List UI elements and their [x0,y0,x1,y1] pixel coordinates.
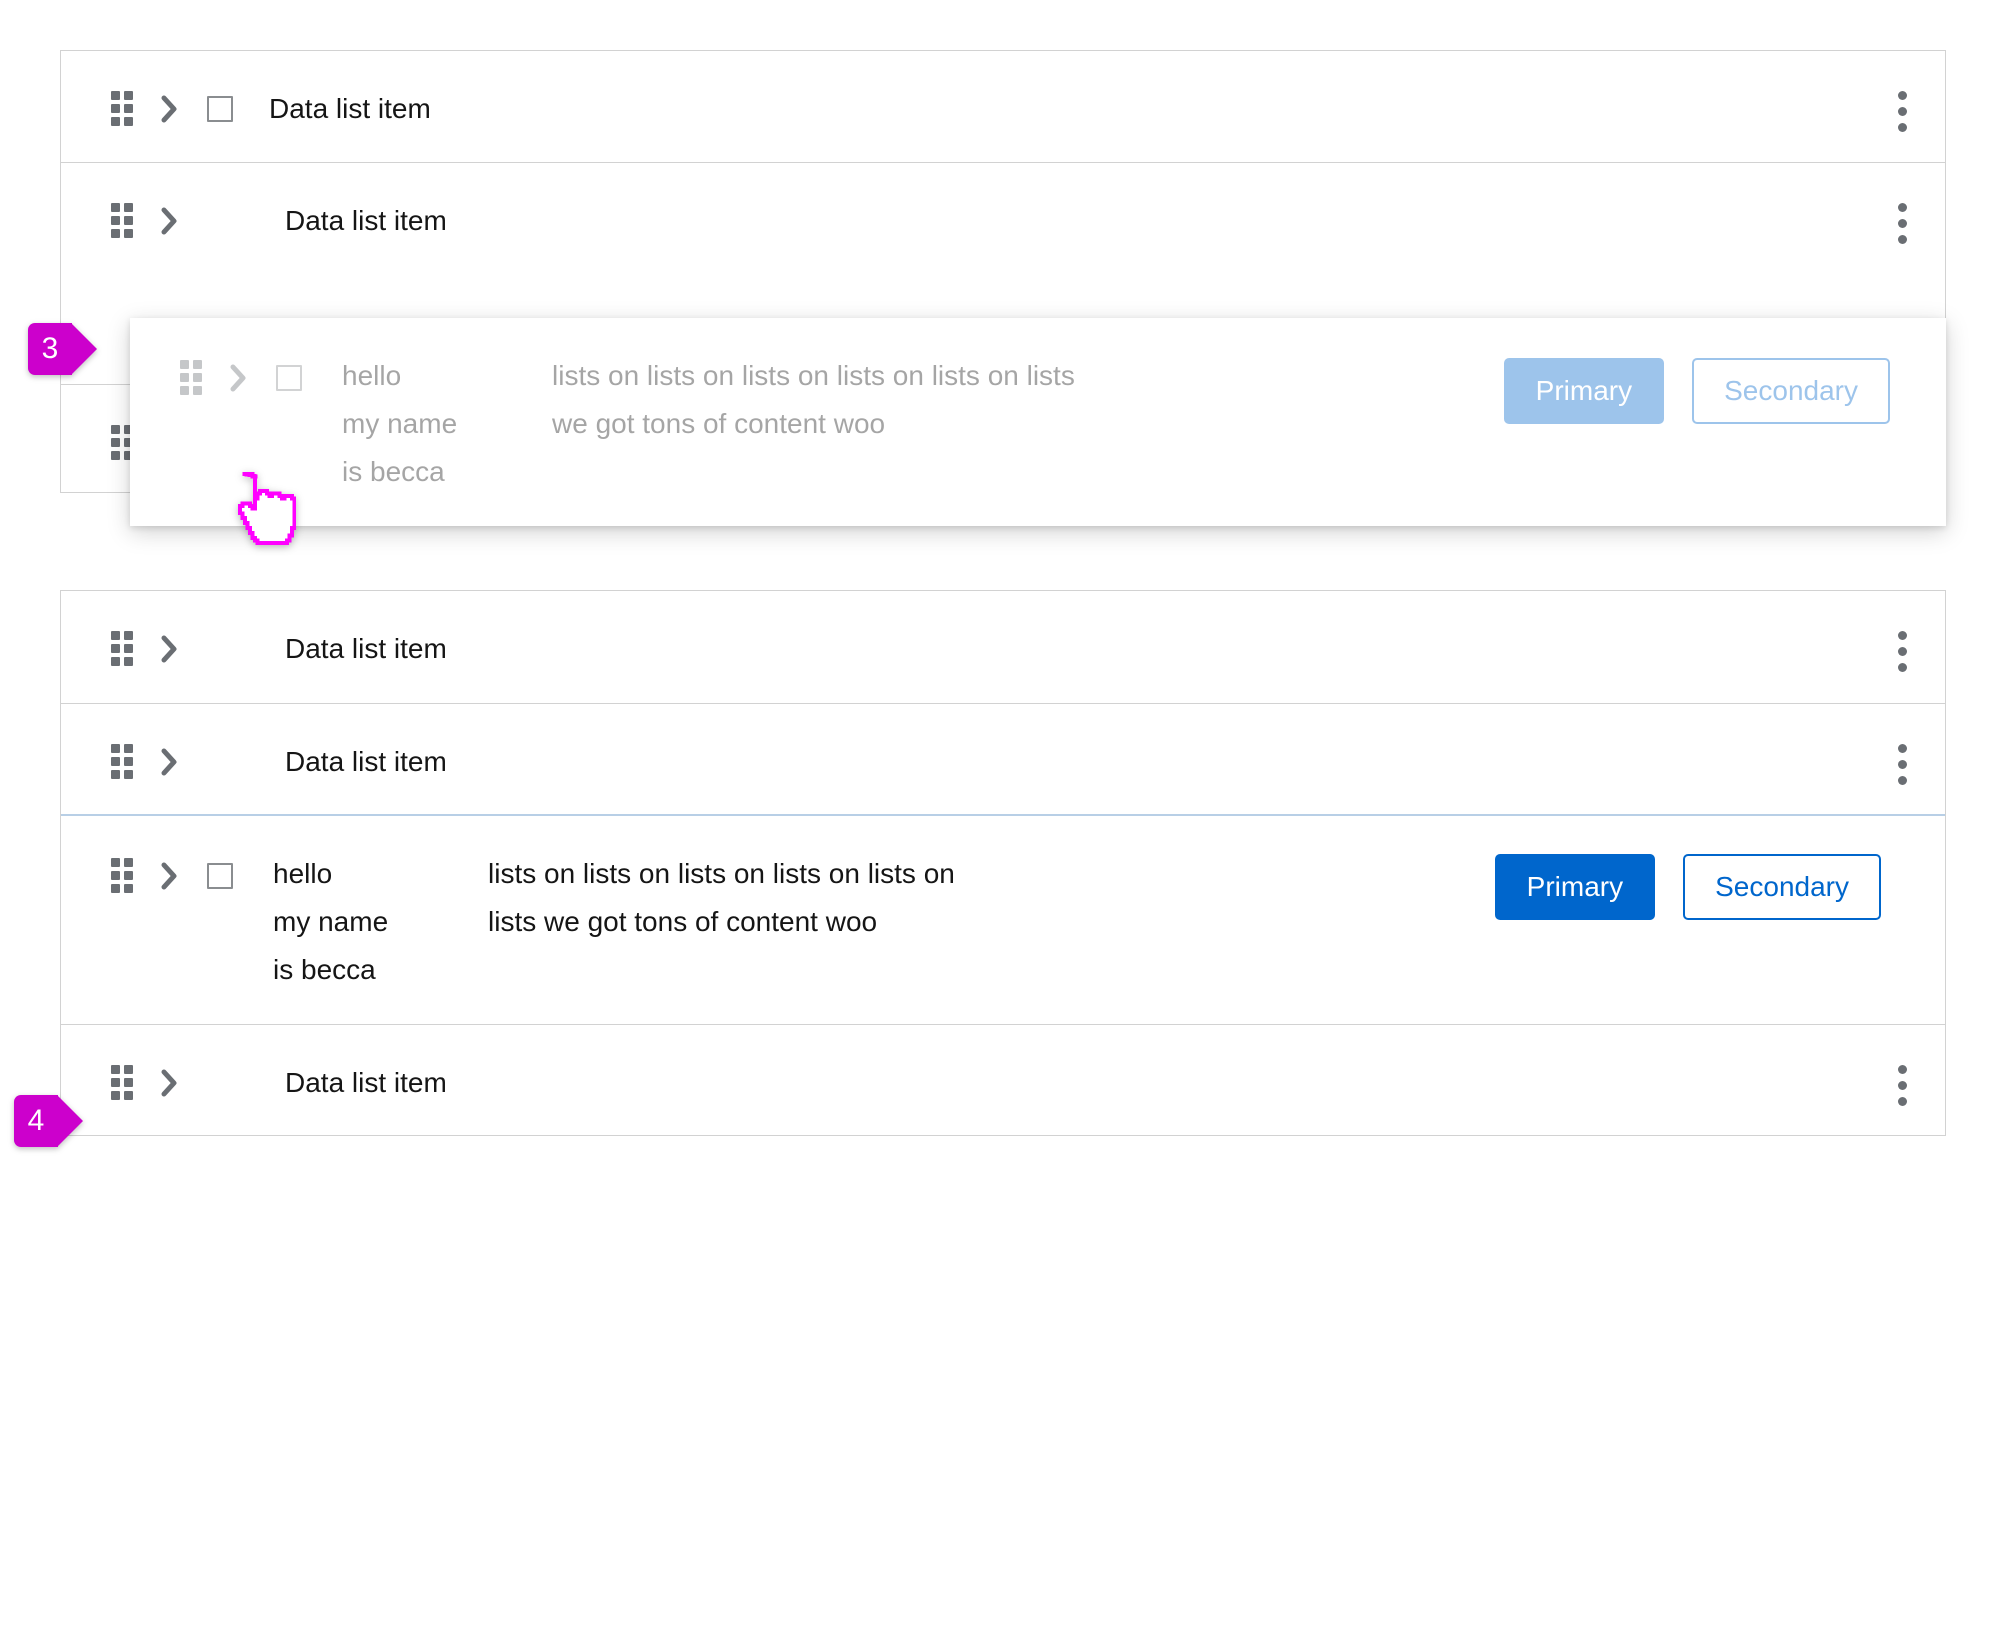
primary-button[interactable]: Primary [1494,854,1656,920]
table-row-expanded[interactable]: hello my name is becca lists on lists on… [61,814,1945,1024]
row-controls [111,203,185,238]
row-actions: Primary Secondary [1503,358,1890,424]
annotation-badge-tip [57,1095,83,1147]
kebab-menu-icon[interactable] [1885,203,1919,244]
table-row[interactable]: Data list item [61,591,1945,703]
row-actions: Primary Secondary [1494,854,1881,920]
row-description: lists on lists on lists on lists on list… [488,858,955,938]
row-title-line: my name [273,906,389,938]
row-label: Data list item [285,1067,447,1098]
table-row[interactable]: Data list item [61,51,1945,162]
row-title-line: is becca [273,954,376,986]
table-row[interactable]: Data list item [61,703,1945,814]
secondary-button[interactable]: Secondary [1683,854,1881,920]
chevron-right-icon[interactable] [155,747,185,777]
drag-handle-icon[interactable] [111,1065,133,1100]
annotation-badge-4: 4 [14,1095,83,1147]
screenshot-canvas: Data list item Data list item hello my n… [0,0,2012,1646]
row-title-block: hello my name is becca [342,352,572,496]
chevron-right-icon[interactable] [155,634,185,664]
row-controls [111,1065,185,1100]
table-row[interactable]: hello my name is becca lists on lists on… [130,318,1946,526]
drag-preview-card: hello my name is becca lists on lists on… [130,318,1946,526]
row-title-line: hello [273,858,333,889]
row-title-block: hello my name is becca [273,850,488,994]
row-title-line: my name [342,408,458,440]
annotation-badge-label: 4 [14,1095,58,1147]
kebab-menu-icon[interactable] [1885,91,1919,132]
row-label: Data list item [285,633,447,664]
kebab-menu-icon[interactable] [1885,631,1919,672]
drag-handle-icon[interactable] [111,631,133,666]
row-checkbox[interactable] [207,862,233,889]
chevron-right-icon[interactable] [155,206,185,236]
annotation-badge-tip [71,323,97,375]
lower-data-list: Data list item Data list item hello my n… [60,590,1946,1136]
row-controls [111,631,185,666]
secondary-button[interactable]: Secondary [1692,358,1890,424]
row-label: Data list item [269,93,431,124]
row-title-line: hello [342,360,402,391]
row-checkbox[interactable] [276,364,302,391]
drag-handle-icon[interactable] [180,360,202,395]
chevron-right-icon[interactable] [155,1068,185,1098]
row-controls [111,744,185,779]
drag-handle-icon[interactable] [111,744,133,779]
chevron-right-icon[interactable] [155,861,185,891]
row-label: Data list item [285,746,447,777]
row-checkbox[interactable] [207,95,233,122]
drag-preview-content: hello my name is becca lists on lists on… [130,318,1946,526]
row-title-line: is becca [342,456,445,488]
row-label: Data list item [285,205,447,236]
row-description: lists on lists on lists on lists on list… [552,360,1075,440]
annotation-badge-label: 3 [28,323,72,375]
drag-handle-icon[interactable] [111,91,133,126]
chevron-right-icon[interactable] [155,94,185,124]
drag-handle-icon[interactable] [111,858,133,893]
primary-button[interactable]: Primary [1503,358,1665,424]
annotation-badge-3: 3 [28,323,97,375]
table-row[interactable]: Data list item [61,1024,1945,1134]
chevron-right-icon[interactable] [224,363,254,393]
row-controls [111,858,233,893]
drag-handle-icon[interactable] [111,203,133,238]
row-controls [111,91,233,126]
row-controls [180,360,302,395]
kebab-menu-icon[interactable] [1885,744,1919,785]
kebab-menu-icon[interactable] [1885,1065,1919,1106]
